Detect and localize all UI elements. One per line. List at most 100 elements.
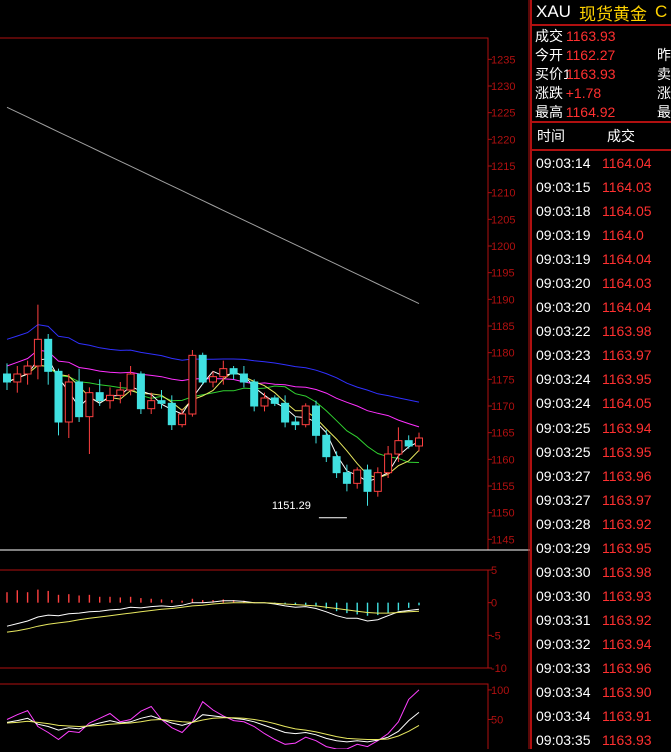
tick-row[interactable]: 09:03:22 1163.98 <box>532 319 671 343</box>
candle-body <box>85 392 94 418</box>
tick-price: 1164.03 <box>602 179 652 196</box>
tick-row[interactable]: 09:03:24 1163.95 <box>532 367 671 391</box>
tick-time: 09:03:30 <box>536 587 591 604</box>
symbol-name: 现货黄金 <box>578 4 647 24</box>
candle-body <box>291 421 300 426</box>
tick-row[interactable]: 09:03:32 1163.94 <box>532 632 671 656</box>
candle-body <box>147 400 156 410</box>
chart-canvas: 1235 1230 1225 1220 1215 1210 1205 1200 1195 1190… <box>0 0 530 749</box>
candle-body <box>384 453 393 474</box>
tick-price: 1164.05 <box>602 395 652 412</box>
tick-time: 09:03:31 <box>536 611 591 628</box>
tick-time: 09:03:35 <box>536 732 591 749</box>
quote-value: 1163.93 <box>566 27 616 44</box>
ticks-header-price: 成交 <box>607 128 635 144</box>
quote-label: 涨跌 <box>535 84 563 101</box>
kline-chart-area: 1235 1230 1225 1220 1215 1210 1205 1200 1195 1190… <box>0 0 530 749</box>
tick-row[interactable]: 09:03:18 1164.05 <box>532 199 671 223</box>
tick-row[interactable]: 09:03:27 1163.96 <box>532 464 671 488</box>
candle-body <box>33 338 42 367</box>
tick-price: 1163.95 <box>602 443 652 460</box>
tick-row[interactable]: 09:03:34 1163.91 <box>532 704 671 728</box>
candle-body <box>209 376 217 383</box>
candle-body <box>64 381 73 423</box>
candle-body <box>270 397 279 404</box>
quote-row: 成交 1163.93 <box>532 26 671 45</box>
tick-time: 09:03:34 <box>536 708 591 725</box>
price-axis-label: 1195 <box>491 268 515 280</box>
price-axis-label: 1210 <box>491 188 515 200</box>
price-axis-label: 1205 <box>491 214 515 226</box>
tick-row[interactable]: 09:03:30 1163.93 <box>532 584 671 608</box>
quote-extra-label: 最 <box>657 103 671 120</box>
tick-price: 1163.95 <box>602 371 652 388</box>
tick-price: 1163.97 <box>602 347 652 364</box>
tick-row[interactable]: 09:03:25 1163.95 <box>532 440 671 464</box>
macd-axis-label: -10 <box>491 663 507 675</box>
tick-row[interactable]: 09:03:28 1163.92 <box>532 512 671 536</box>
tick-time: 09:03:22 <box>536 323 591 340</box>
tick-price: 1163.93 <box>602 587 652 604</box>
candle-body <box>312 405 320 436</box>
ma-long-line <box>6 106 420 305</box>
tick-time: 09:03:34 <box>536 684 591 701</box>
tick-row[interactable]: 09:03:35 1163.93 <box>532 728 671 752</box>
candle-body <box>136 373 145 410</box>
tick-price: 1164.04 <box>602 251 652 268</box>
candle-body <box>95 392 104 402</box>
candle-body <box>219 368 228 378</box>
price-axis-label: 1170 <box>491 401 515 413</box>
tick-row[interactable]: 09:03:24 1164.05 <box>532 391 671 415</box>
tick-time: 09:03:27 <box>536 467 591 484</box>
candle-body <box>178 413 187 426</box>
price-axis-label: 1165 <box>491 428 515 440</box>
price-axis-label: 1235 <box>491 54 515 66</box>
tick-row[interactable]: 09:03:29 1163.95 <box>532 536 671 560</box>
tick-row[interactable]: 09:03:34 1163.90 <box>532 680 671 704</box>
tick-row[interactable]: 09:03:19 1164.0 <box>532 223 671 247</box>
candle-body <box>229 368 238 375</box>
candle-body <box>106 394 114 402</box>
tick-time: 09:03:29 <box>536 539 591 556</box>
tick-row[interactable]: 09:03:30 1163.98 <box>532 560 671 584</box>
tick-row[interactable]: 09:03:20 1164.04 <box>532 295 671 319</box>
tick-time: 09:03:33 <box>536 660 591 676</box>
tick-row[interactable]: 09:03:20 1164.03 <box>532 271 671 295</box>
tick-list[interactable]: 09:03:14 1164.04 09:03:15 1164.03 09:03:18 11… <box>532 151 671 752</box>
tick-row[interactable]: 09:03:14 1164.04 <box>532 151 671 175</box>
candle-body <box>332 456 341 474</box>
tick-time: 09:03:23 <box>536 347 591 364</box>
quote-row: 涨跌 +1.78 涨 <box>532 83 671 102</box>
price-axis-label: 1160 <box>491 454 515 466</box>
tick-row[interactable]: 09:03:19 1164.04 <box>532 247 671 271</box>
tick-price: 1164.0 <box>602 227 644 244</box>
tick-row[interactable]: 09:03:23 1163.97 <box>532 343 671 367</box>
tick-price: 1163.92 <box>602 611 652 628</box>
tick-time: 09:03:20 <box>536 299 591 316</box>
symbol-header[interactable]: XAU 现货黄金 C <box>532 0 671 24</box>
candle-body <box>167 402 176 426</box>
macd-axis-label: -5 <box>491 630 501 642</box>
candle-body <box>394 440 403 455</box>
tick-time: 09:03:30 <box>536 563 591 580</box>
tick-row[interactable]: 09:03:15 1164.03 <box>532 175 671 199</box>
candle-body <box>75 381 84 418</box>
candle-body <box>342 472 351 484</box>
quote-row: 买价1 1163.93 卖 <box>532 64 671 83</box>
candle-body <box>198 354 207 383</box>
tick-row[interactable]: 09:03:25 1163.94 <box>532 416 671 440</box>
tick-price: 1164.05 <box>602 203 652 220</box>
tick-time: 09:03:27 <box>536 491 591 508</box>
candle-body <box>13 373 22 383</box>
candle-body <box>250 381 259 407</box>
quote-label: 今开 <box>535 46 563 63</box>
price-axis-label: 1180 <box>491 348 515 360</box>
candle-body <box>363 469 372 492</box>
osc-axis-label: 50 <box>491 714 503 726</box>
tick-row[interactable]: 09:03:31 1163.92 <box>532 608 671 632</box>
quote-value: 1163.93 <box>566 65 616 82</box>
tick-price: 1163.94 <box>602 419 652 436</box>
tick-row[interactable]: 09:03:27 1163.97 <box>532 488 671 512</box>
price-axis-label: 1220 <box>491 134 515 146</box>
tick-row[interactable]: 09:03:33 1163.96 <box>532 656 671 680</box>
